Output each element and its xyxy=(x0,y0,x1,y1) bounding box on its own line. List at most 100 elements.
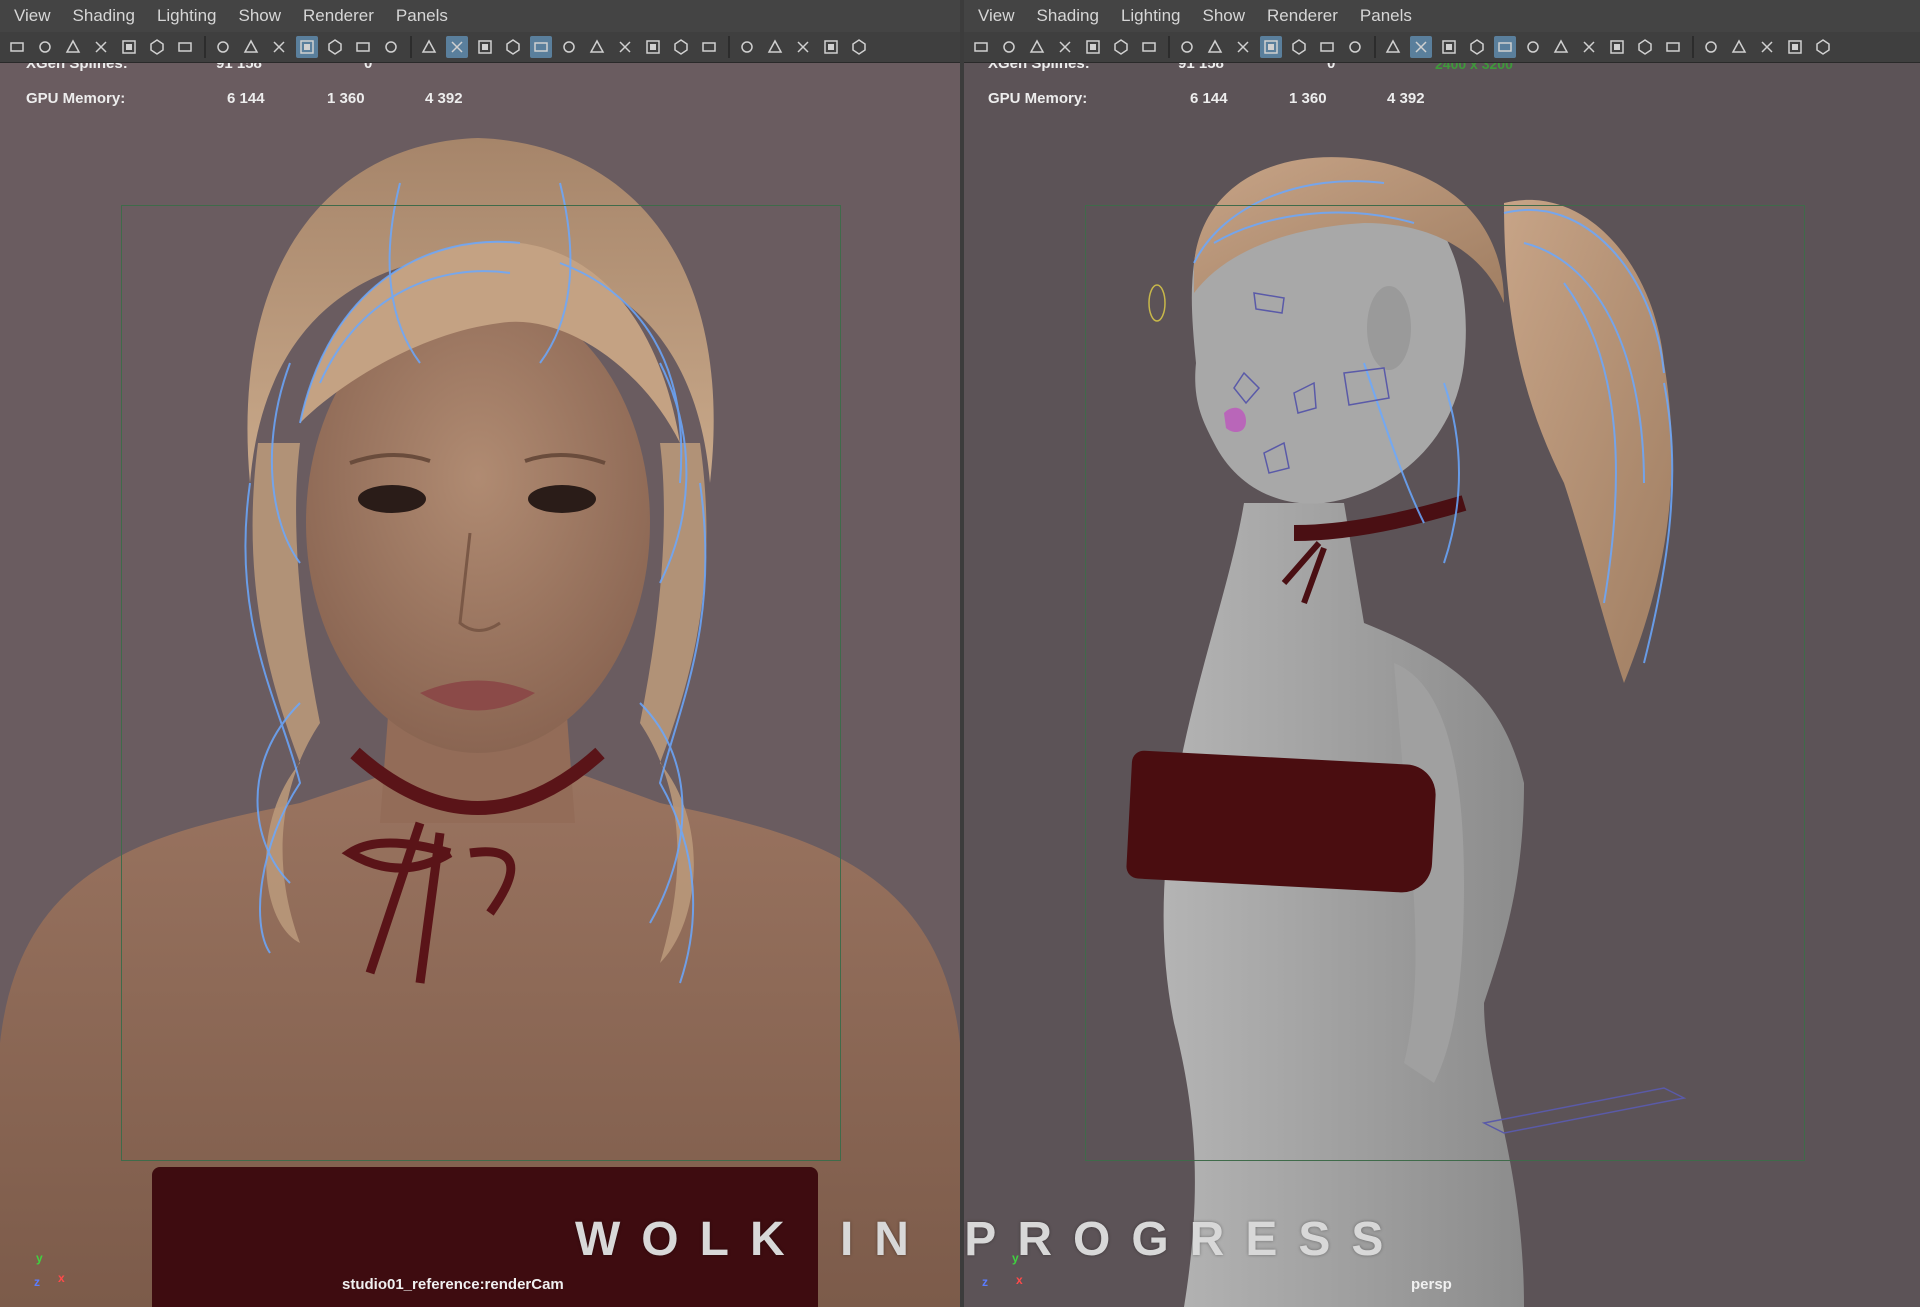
ambient-occlusion-icon[interactable] xyxy=(614,36,636,58)
gate-mask-icon[interactable] xyxy=(1260,36,1282,58)
motion-blur-icon[interactable] xyxy=(642,36,664,58)
panel-layout-icon[interactable] xyxy=(1756,36,1778,58)
pin-icon[interactable] xyxy=(848,36,870,58)
isolate-select-icon[interactable] xyxy=(1700,36,1722,58)
lasso-icon[interactable] xyxy=(146,36,168,58)
menu-show[interactable]: Show xyxy=(1203,6,1246,26)
menu-lighting[interactable]: Lighting xyxy=(157,6,217,26)
camera-settings-icon[interactable] xyxy=(62,36,84,58)
camera-settings-icon[interactable] xyxy=(1026,36,1048,58)
panel-layout-icon[interactable] xyxy=(792,36,814,58)
gpu-memory-value: 4 392 xyxy=(425,90,463,107)
bookmark-icon[interactable] xyxy=(90,36,112,58)
camera-lock-icon[interactable] xyxy=(998,36,1020,58)
field-chart-icon[interactable] xyxy=(1288,36,1310,58)
axis-x-label: x xyxy=(1016,1273,1023,1287)
menu-panels[interactable]: Panels xyxy=(1360,6,1412,26)
default-material-icon[interactable] xyxy=(1438,36,1460,58)
paint-icon[interactable] xyxy=(1138,36,1160,58)
menu-renderer[interactable]: Renderer xyxy=(1267,6,1338,26)
safe-title-icon[interactable] xyxy=(1344,36,1366,58)
maximize-panel-icon[interactable] xyxy=(820,36,842,58)
safe-action-icon[interactable] xyxy=(1316,36,1338,58)
hud-display: XGen Splines: 91 158 0 2400 x 3200 GPU M… xyxy=(964,63,1920,183)
grid-icon[interactable] xyxy=(212,36,234,58)
menu-shading[interactable]: Shading xyxy=(1037,6,1099,26)
menu-shading[interactable]: Shading xyxy=(73,6,135,26)
film-gate-icon[interactable] xyxy=(1204,36,1226,58)
smooth-shade-icon[interactable] xyxy=(1410,36,1432,58)
paint-icon[interactable] xyxy=(174,36,196,58)
motion-blur-icon[interactable] xyxy=(1606,36,1628,58)
shadows-icon[interactable] xyxy=(586,36,608,58)
use-lights-icon[interactable] xyxy=(1522,36,1544,58)
camera-name-label: studio01_reference:renderCam xyxy=(342,1276,564,1293)
resolution-gate-icon[interactable] xyxy=(268,36,290,58)
lasso-icon[interactable] xyxy=(1110,36,1132,58)
menu-view[interactable]: View xyxy=(14,6,51,26)
isolate-select-icon[interactable] xyxy=(736,36,758,58)
axis-z-label: z xyxy=(982,1275,988,1289)
depth-of-field-icon[interactable] xyxy=(1662,36,1684,58)
safe-action-icon[interactable] xyxy=(352,36,374,58)
xray-icon[interactable] xyxy=(530,36,552,58)
camera-icon[interactable] xyxy=(6,36,28,58)
xray-joints-icon[interactable] xyxy=(1728,36,1750,58)
panel-menubar: View Shading Lighting Show Renderer Pane… xyxy=(0,0,960,32)
axis-x-label: x xyxy=(58,1271,65,1285)
menu-panels[interactable]: Panels xyxy=(396,6,448,26)
grid-icon[interactable] xyxy=(1176,36,1198,58)
axis-indicator: y z x xyxy=(34,1251,74,1291)
smooth-shade-icon[interactable] xyxy=(446,36,468,58)
gate-mask-icon[interactable] xyxy=(296,36,318,58)
menu-show[interactable]: Show xyxy=(239,6,282,26)
film-gate-icon[interactable] xyxy=(240,36,262,58)
ambient-occlusion-icon[interactable] xyxy=(1578,36,1600,58)
xray-icon[interactable] xyxy=(1494,36,1516,58)
toolbar-separator xyxy=(728,36,730,58)
anti-alias-icon[interactable] xyxy=(1634,36,1656,58)
menu-view[interactable]: View xyxy=(978,6,1015,26)
xgen-splines-value: 91 158 xyxy=(1178,63,1224,72)
default-material-icon[interactable] xyxy=(474,36,496,58)
wireframe-icon[interactable] xyxy=(1382,36,1404,58)
xgen-splines-label: XGen Splines: xyxy=(988,63,1090,72)
viewport-panel-right[interactable]: View Shading Lighting Show Renderer Pane… xyxy=(964,0,1920,1307)
viewport-panel-left[interactable]: View Shading Lighting Show Renderer Pane… xyxy=(0,0,960,1307)
viewport-persp[interactable]: XGen Splines: 91 158 0 2400 x 3200 GPU M… xyxy=(964,63,1920,1307)
wireframe-on-shaded-icon[interactable] xyxy=(1466,36,1488,58)
shadows-icon[interactable] xyxy=(1550,36,1572,58)
camera-icon[interactable] xyxy=(970,36,992,58)
depth-of-field-icon[interactable] xyxy=(698,36,720,58)
gpu-memory-label: GPU Memory: xyxy=(26,90,126,107)
viewport-render-cam[interactable]: XGen Splines: 91 158 0 GPU Memory: 6 144… xyxy=(0,63,960,1307)
use-lights-icon[interactable] xyxy=(558,36,580,58)
axis-y-label: y xyxy=(36,1251,43,1265)
hud-display: XGen Splines: 91 158 0 GPU Memory: 6 144… xyxy=(0,63,960,183)
wireframe-on-shaded-icon[interactable] xyxy=(502,36,524,58)
safe-title-icon[interactable] xyxy=(380,36,402,58)
maximize-panel-icon[interactable] xyxy=(1784,36,1806,58)
xgen-splines-value: 0 xyxy=(1327,63,1336,72)
panel-toolbar xyxy=(0,32,960,63)
gpu-memory-value: 1 360 xyxy=(327,90,365,107)
gpu-memory-value: 1 360 xyxy=(1289,90,1327,107)
toolbar-separator xyxy=(410,36,412,58)
select-icon[interactable] xyxy=(1082,36,1104,58)
bookmark-icon[interactable] xyxy=(1054,36,1076,58)
wireframe-icon[interactable] xyxy=(418,36,440,58)
resolution-readout: 2400 x 3200 xyxy=(1435,63,1513,72)
toolbar-separator xyxy=(1168,36,1170,58)
resolution-gate-icon[interactable] xyxy=(1232,36,1254,58)
select-icon[interactable] xyxy=(118,36,140,58)
work-in-progress-overlay: WOLK IN PROGRESS xyxy=(575,1213,1405,1266)
menu-lighting[interactable]: Lighting xyxy=(1121,6,1181,26)
anti-alias-icon[interactable] xyxy=(670,36,692,58)
camera-lock-icon[interactable] xyxy=(34,36,56,58)
resolution-gate xyxy=(1085,205,1805,1161)
pin-icon[interactable] xyxy=(1812,36,1834,58)
xray-joints-icon[interactable] xyxy=(764,36,786,58)
resolution-gate xyxy=(121,205,841,1161)
field-chart-icon[interactable] xyxy=(324,36,346,58)
menu-renderer[interactable]: Renderer xyxy=(303,6,374,26)
